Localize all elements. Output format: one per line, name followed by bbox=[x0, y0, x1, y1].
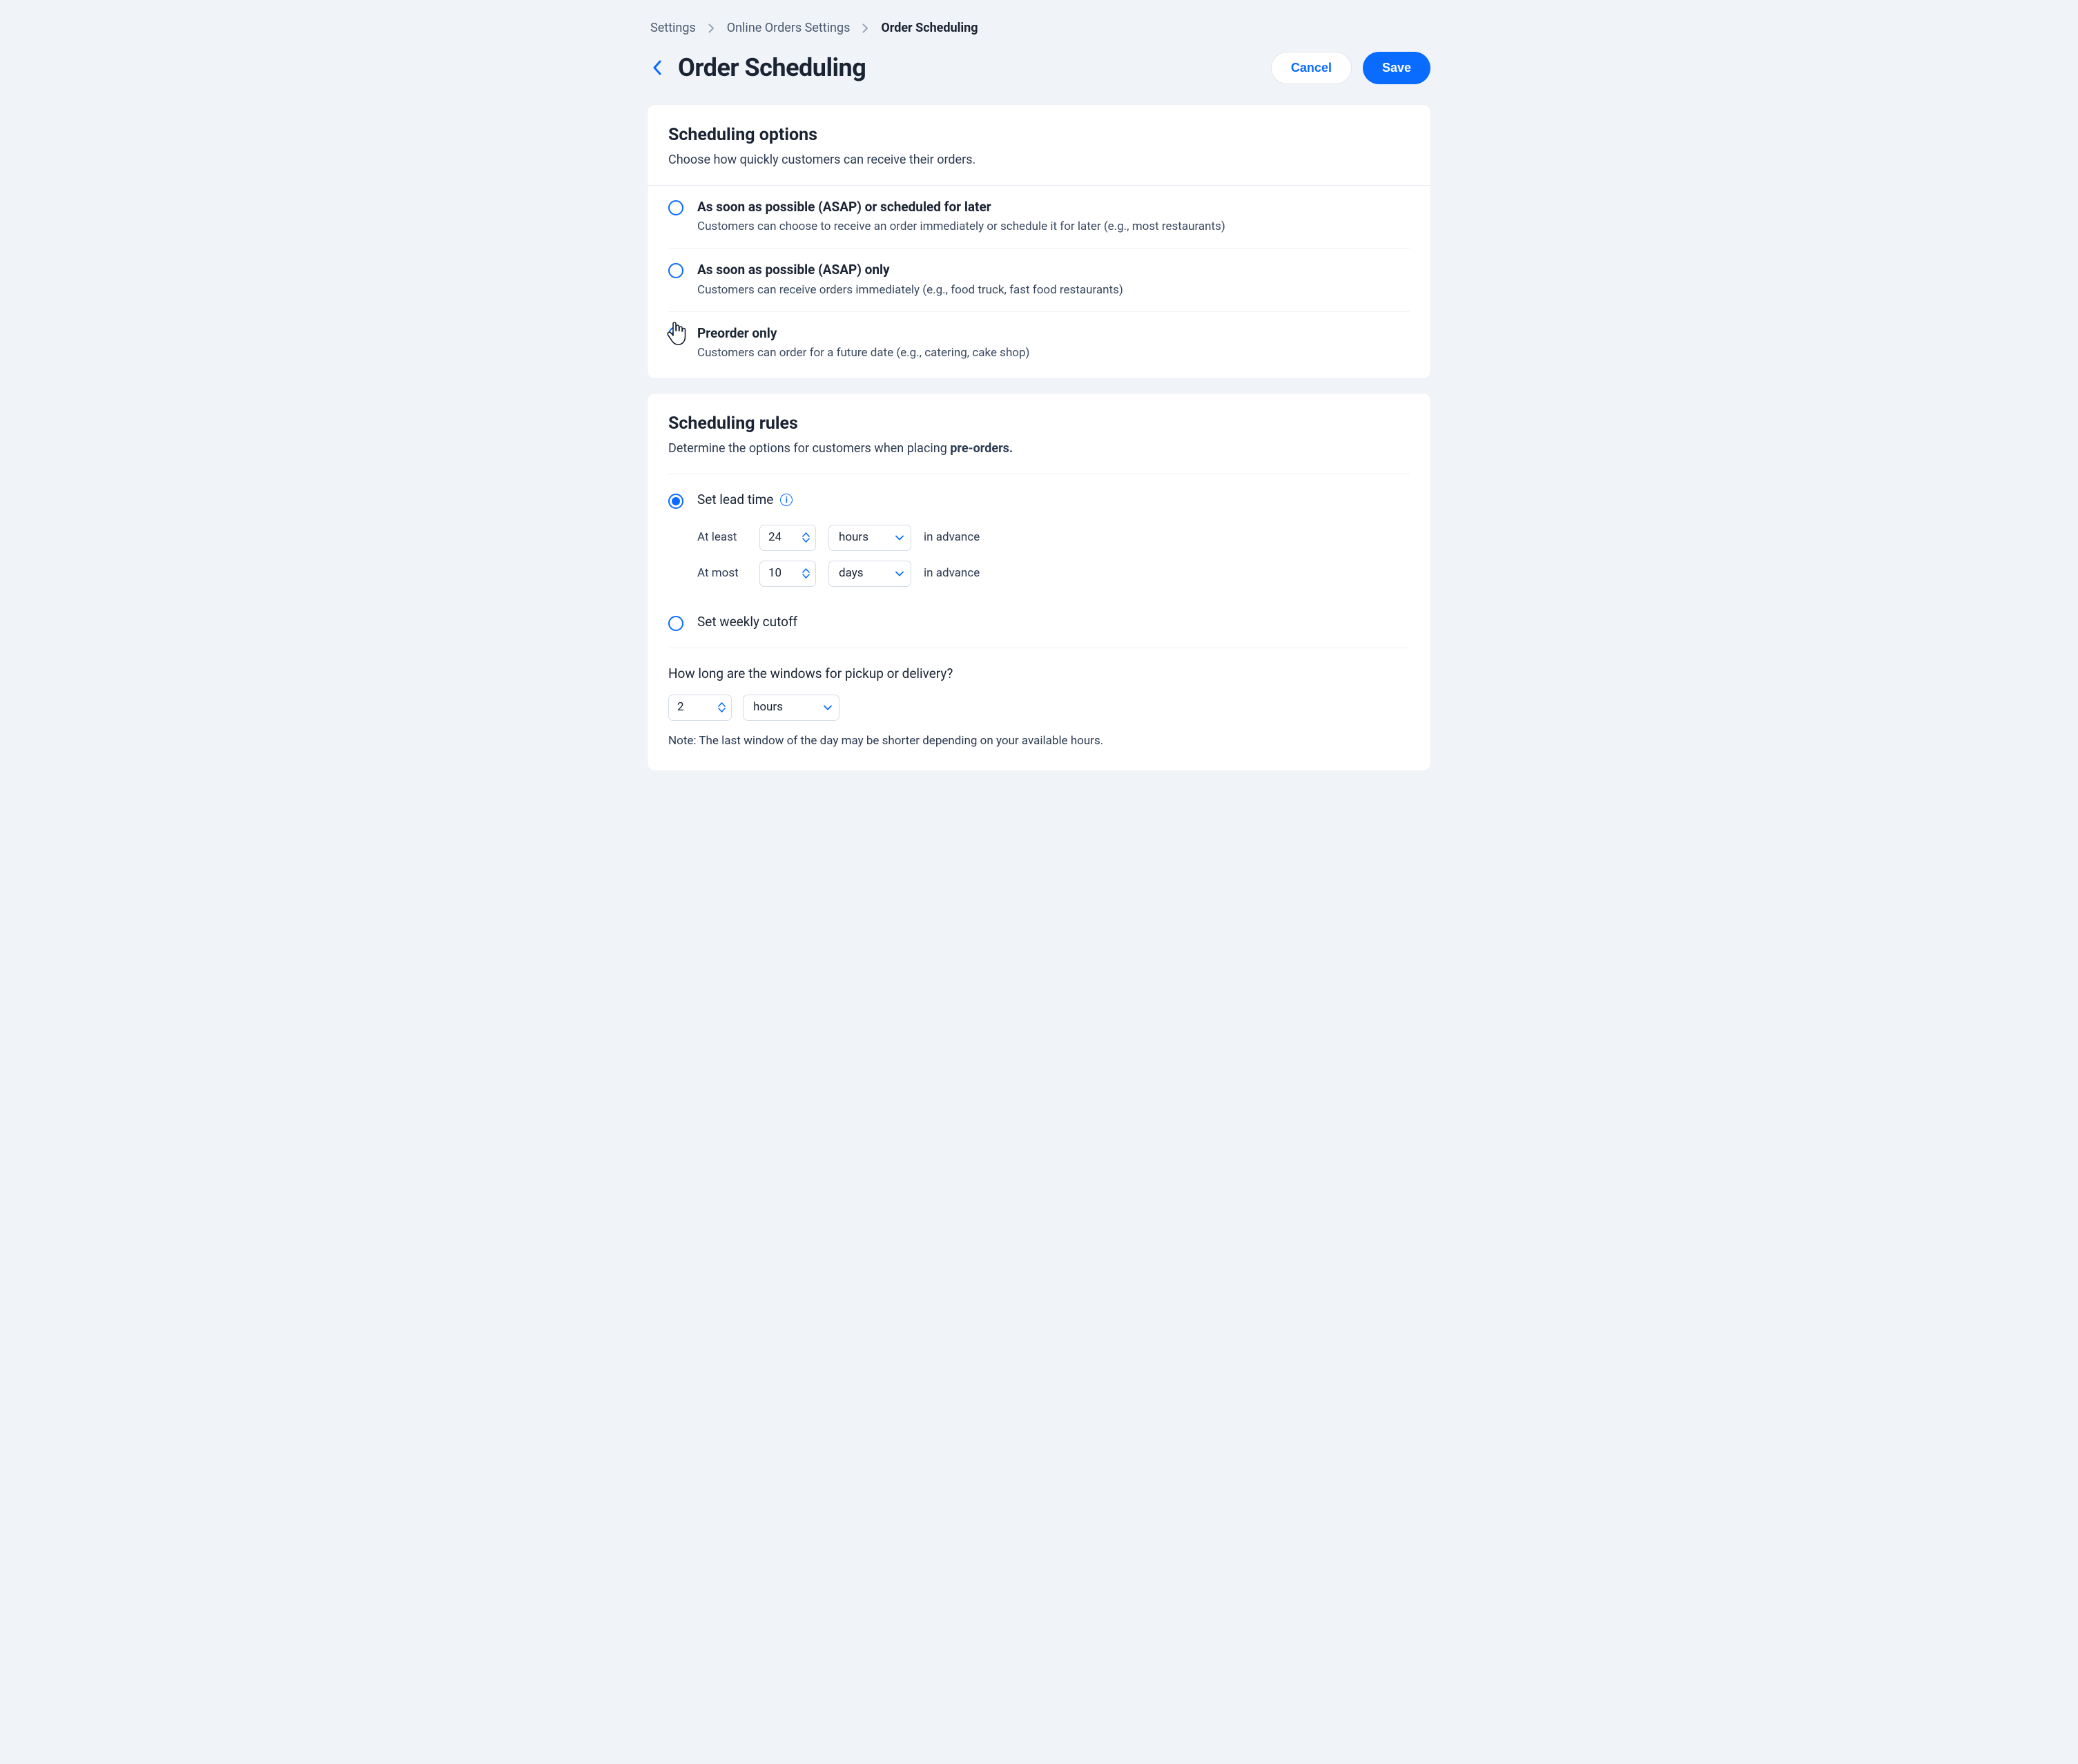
scheduling-rules-subtitle: Determine the options for customers when… bbox=[668, 440, 1410, 457]
radio-set-lead-time[interactable] bbox=[668, 494, 683, 509]
option-weekly-cutoff[interactable]: Set weekly cutoff bbox=[668, 613, 1410, 632]
breadcrumb-online-orders-settings[interactable]: Online Orders Settings bbox=[727, 19, 851, 37]
option-asap-or-later[interactable]: As soon as possible (ASAP) or scheduled … bbox=[648, 185, 1430, 248]
breadcrumb-current: Order Scheduling bbox=[881, 19, 978, 37]
scheduling-options-title: Scheduling options bbox=[668, 123, 1410, 147]
at-least-value-input[interactable]: 24 bbox=[759, 525, 816, 551]
cancel-button[interactable]: Cancel bbox=[1271, 52, 1352, 84]
window-note: Note: The last window of the day may be … bbox=[668, 733, 1410, 750]
option-asap-only[interactable]: As soon as possible (ASAP) only Customer… bbox=[668, 248, 1410, 311]
chevron-down-icon bbox=[895, 565, 904, 582]
lead-time-label: Set lead time bbox=[697, 491, 773, 510]
window-question: How long are the windows for pickup or d… bbox=[668, 665, 1410, 684]
window-value: 2 bbox=[677, 699, 684, 716]
chevron-right-icon bbox=[862, 23, 868, 33]
stepper-icon[interactable] bbox=[802, 532, 810, 543]
option-set-lead-time[interactable]: Set lead time i bbox=[668, 474, 1410, 515]
option-title: Preorder only bbox=[697, 324, 1029, 343]
at-most-unit: days bbox=[839, 565, 864, 582]
at-most-value: 10 bbox=[768, 565, 781, 582]
at-most-label: At most bbox=[697, 565, 747, 582]
at-least-value: 24 bbox=[768, 530, 781, 546]
radio-asap-only[interactable] bbox=[668, 263, 683, 278]
page-title: Order Scheduling bbox=[678, 50, 866, 85]
at-least-unit-select[interactable]: hours bbox=[828, 525, 911, 551]
radio-weekly-cutoff[interactable] bbox=[668, 616, 683, 631]
chevron-down-icon bbox=[824, 699, 832, 716]
window-unit: hours bbox=[753, 699, 783, 716]
subtitle-strong: pre-orders. bbox=[950, 441, 1013, 456]
stepper-icon[interactable] bbox=[802, 568, 810, 579]
option-desc: Customers can receive orders immediately… bbox=[697, 282, 1123, 299]
window-unit-select[interactable]: hours bbox=[743, 695, 839, 721]
at-most-unit-select[interactable]: days bbox=[828, 561, 911, 587]
window-value-input[interactable]: 2 bbox=[668, 695, 732, 721]
chevron-right-icon bbox=[708, 23, 715, 33]
option-preorder-only[interactable]: Preorder only Customers can order for a … bbox=[668, 311, 1410, 378]
back-button[interactable] bbox=[648, 58, 667, 77]
at-most-value-input[interactable]: 10 bbox=[759, 561, 816, 587]
in-advance-label: in advance bbox=[924, 530, 980, 546]
stepper-icon[interactable] bbox=[718, 702, 726, 713]
weekly-cutoff-label: Set weekly cutoff bbox=[697, 613, 797, 632]
option-title: As soon as possible (ASAP) or scheduled … bbox=[697, 198, 1225, 217]
lead-row-at-most: At most 10 days in advanc bbox=[697, 561, 1410, 587]
in-advance-label: in advance bbox=[924, 565, 980, 582]
radio-preorder-only[interactable] bbox=[668, 327, 683, 342]
breadcrumb-settings[interactable]: Settings bbox=[650, 19, 696, 37]
option-desc: Customers can choose to receive an order… bbox=[697, 219, 1225, 235]
save-button[interactable]: Save bbox=[1363, 52, 1430, 84]
option-title: As soon as possible (ASAP) only bbox=[697, 261, 1123, 280]
radio-asap-or-later[interactable] bbox=[668, 200, 683, 215]
at-least-unit: hours bbox=[839, 530, 868, 546]
option-desc: Customers can order for a future date (e… bbox=[697, 345, 1029, 362]
scheduling-options-subtitle: Choose how quickly customers can receive… bbox=[668, 151, 1410, 168]
chevron-down-icon bbox=[895, 530, 904, 546]
scheduling-options-card: Scheduling options Choose how quickly cu… bbox=[648, 105, 1430, 378]
scheduling-rules-card: Scheduling rules Determine the options f… bbox=[648, 394, 1430, 770]
scheduling-rules-title: Scheduling rules bbox=[668, 411, 1410, 436]
lead-row-at-least: At least 24 hours in adva bbox=[697, 525, 1410, 551]
subtitle-prefix: Determine the options for customers when… bbox=[668, 441, 950, 456]
info-icon[interactable]: i bbox=[780, 494, 793, 506]
breadcrumb: Settings Online Orders Settings Order Sc… bbox=[648, 19, 1430, 37]
at-least-label: At least bbox=[697, 530, 747, 546]
